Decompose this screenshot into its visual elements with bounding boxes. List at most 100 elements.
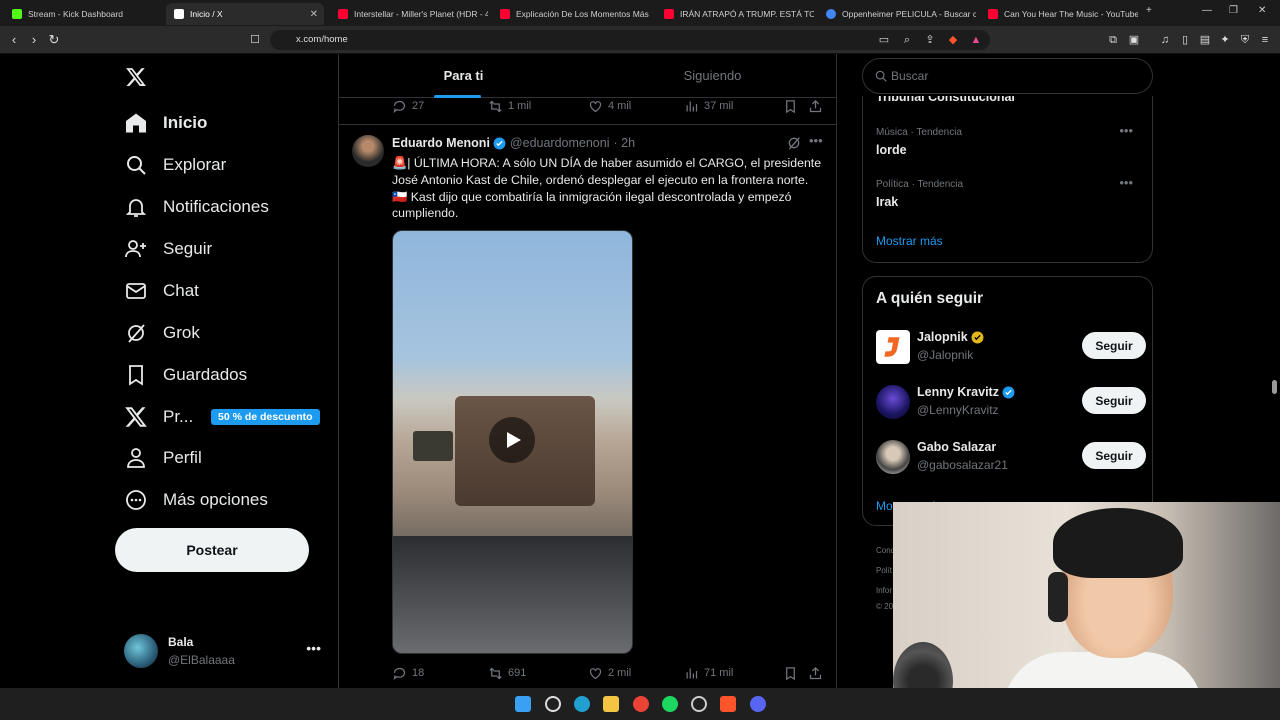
nav-premium[interactable]: Pr... (124, 397, 193, 437)
more-dots-icon[interactable]: ••• (306, 640, 321, 656)
browser-tab-youtube-4[interactable]: Can You Hear The Music - YouTube (980, 3, 1138, 25)
play-icon[interactable] (489, 417, 535, 463)
chrome-icon[interactable] (633, 696, 649, 712)
nav-bookmarks[interactable]: Guardados (124, 355, 247, 395)
follow-suggestion[interactable]: Jalopnik @Jalopnik Seguir (876, 328, 1146, 368)
trend-meta: Política · Tendencia (876, 179, 964, 190)
sidebar-toggle-icon[interactable]: ▯ (1178, 33, 1192, 47)
post-button[interactable]: Postear (115, 528, 309, 572)
nav-label: Grok (163, 323, 200, 342)
browser-tab-x[interactable]: Inicio / X ✕ (166, 3, 324, 25)
share-button[interactable] (808, 663, 828, 683)
reply-button[interactable]: 27 (392, 96, 424, 116)
nav-explore[interactable]: Explorar (124, 145, 226, 185)
search-input[interactable]: Buscar (862, 58, 1153, 94)
maximize-icon[interactable]: ❐ (1229, 5, 1238, 16)
reload-icon[interactable]: ↻ (46, 32, 62, 48)
views-button[interactable]: 37 mil (684, 96, 733, 116)
browser-tab-youtube-2[interactable]: Explicación De Los Momentos Más C (492, 3, 650, 25)
lenny-avatar (876, 385, 910, 419)
trend-item[interactable]: Política · Tendencia Irak ••• (876, 175, 1141, 219)
follow-button[interactable]: Seguir (1082, 442, 1146, 469)
bookmark-button[interactable] (783, 663, 803, 683)
close-window-icon[interactable]: ✕ (1258, 5, 1266, 16)
follow-button[interactable]: Seguir (1082, 332, 1146, 359)
leo-ai-icon[interactable]: ✦ (1218, 33, 1232, 47)
browser-tab-youtube-3[interactable]: IRÁN ATRAPÓ A TRUMP. ESTÁ TOTAL (656, 3, 814, 25)
browser-tab-youtube-1[interactable]: Interstellar - Miller's Planet (HDR - 4K (330, 3, 488, 25)
tweet-time[interactable]: · 2h (613, 136, 635, 150)
discord-icon[interactable] (750, 696, 766, 712)
author-name[interactable]: Eduardo Menoni (392, 136, 490, 150)
nav-notifications[interactable]: Notificaciones (124, 187, 269, 227)
browser-tab-google[interactable]: Oppenheimer PELICULA - Buscar con (818, 3, 976, 25)
share-icon (808, 666, 823, 681)
screenshot-icon[interactable]: ▣ (1127, 33, 1141, 47)
file-explorer-icon[interactable] (603, 696, 619, 712)
vpn-icon[interactable]: ⛨ (1238, 33, 1252, 47)
bookmark-page-icon[interactable]: ☐ (248, 33, 262, 47)
nav-home[interactable]: Inicio (124, 103, 207, 143)
tweet[interactable]: Eduardo Menoni @eduardomenoni · 2h ••• 🚨… (339, 124, 836, 688)
more-dots-icon[interactable]: ••• (1119, 123, 1133, 138)
premium-discount-badge[interactable]: 50 % de descuento (211, 409, 320, 425)
footer-link[interactable]: Polít (876, 566, 892, 575)
views-button[interactable]: 71 mil (684, 663, 733, 683)
windows-start-icon[interactable] (515, 696, 531, 712)
page-scrollbar[interactable] (1272, 380, 1277, 394)
grok-icon[interactable] (786, 135, 802, 151)
steam-icon[interactable] (691, 696, 707, 712)
tab-following[interactable]: Siguiendo (588, 54, 836, 98)
close-tab-icon[interactable]: ✕ (310, 9, 318, 20)
new-tab-icon[interactable]: + (1146, 5, 1152, 16)
tweet-video[interactable] (392, 230, 633, 654)
tab-for-you[interactable]: Para ti (339, 54, 588, 98)
bookmark-button[interactable] (783, 96, 803, 116)
cast-icon[interactable]: ▭ (877, 33, 891, 47)
search-icon[interactable] (545, 696, 561, 712)
author-handle[interactable]: @eduardomenoni (510, 136, 610, 150)
back-icon[interactable]: ‹ (6, 32, 22, 48)
menu-icon[interactable]: ≡ (1258, 33, 1272, 47)
x-logo-icon[interactable] (125, 66, 147, 88)
avatar[interactable] (352, 135, 384, 167)
footer-link[interactable]: Infor (876, 586, 892, 595)
forward-icon[interactable]: › (26, 32, 42, 48)
repost-button[interactable]: 1 mil (488, 96, 531, 116)
nav-profile[interactable]: Perfil (124, 438, 202, 478)
nav-chat[interactable]: Chat (124, 271, 199, 311)
like-button[interactable]: 4 mil (588, 96, 631, 116)
minimize-icon[interactable]: — (1202, 5, 1212, 16)
repost-button[interactable]: 691 (488, 663, 526, 683)
trend-item[interactable]: Música · Tendencia lorde ••• (876, 123, 1141, 167)
like-button[interactable]: 2 mil (588, 663, 631, 683)
edge-icon[interactable] (574, 696, 590, 712)
more-dots-icon[interactable]: ••• (809, 133, 823, 148)
trend-name[interactable]: Tribunal Constitucional (876, 96, 1015, 104)
reply-button[interactable]: 18 (392, 663, 424, 683)
nav-more-options[interactable]: Más opciones (124, 480, 268, 520)
wallet-icon[interactable]: ▤ (1198, 33, 1212, 47)
share-icon[interactable]: ⇪ (923, 33, 937, 47)
brave-shield-icon[interactable]: ◆ (946, 33, 960, 47)
nav-grok[interactable]: Grok (124, 313, 200, 353)
music-icon[interactable]: ♫ (1158, 33, 1172, 47)
brave-rewards-icon[interactable]: ▲ (969, 33, 983, 47)
share-button[interactable] (808, 96, 828, 116)
brave-icon[interactable] (720, 696, 736, 712)
browser-tab-kick[interactable]: Stream - Kick Dashboard (4, 3, 164, 25)
zoom-icon[interactable]: ⌕ (900, 33, 914, 47)
follow-button[interactable]: Seguir (1082, 387, 1146, 414)
repost-icon (488, 666, 503, 681)
nav-follow[interactable]: Seguir (124, 229, 212, 269)
follow-suggestion[interactable]: Gabo Salazar @gabosalazar21 Seguir (876, 438, 1146, 478)
account-name: Bala (168, 635, 194, 649)
spotify-icon[interactable] (662, 696, 678, 712)
trend-name: Irak (876, 195, 899, 209)
show-more-link[interactable]: Mostrar más (876, 234, 943, 248)
account-switcher[interactable]: Bala @ElBalaaaa ••• (124, 632, 329, 672)
follow-suggestion[interactable]: Lenny Kravitz @LennyKravitz Seguir (876, 383, 1146, 423)
views-count: 71 mil (704, 667, 734, 679)
more-dots-icon[interactable]: ••• (1119, 175, 1133, 190)
extensions-icon[interactable]: ⧉ (1106, 33, 1120, 47)
